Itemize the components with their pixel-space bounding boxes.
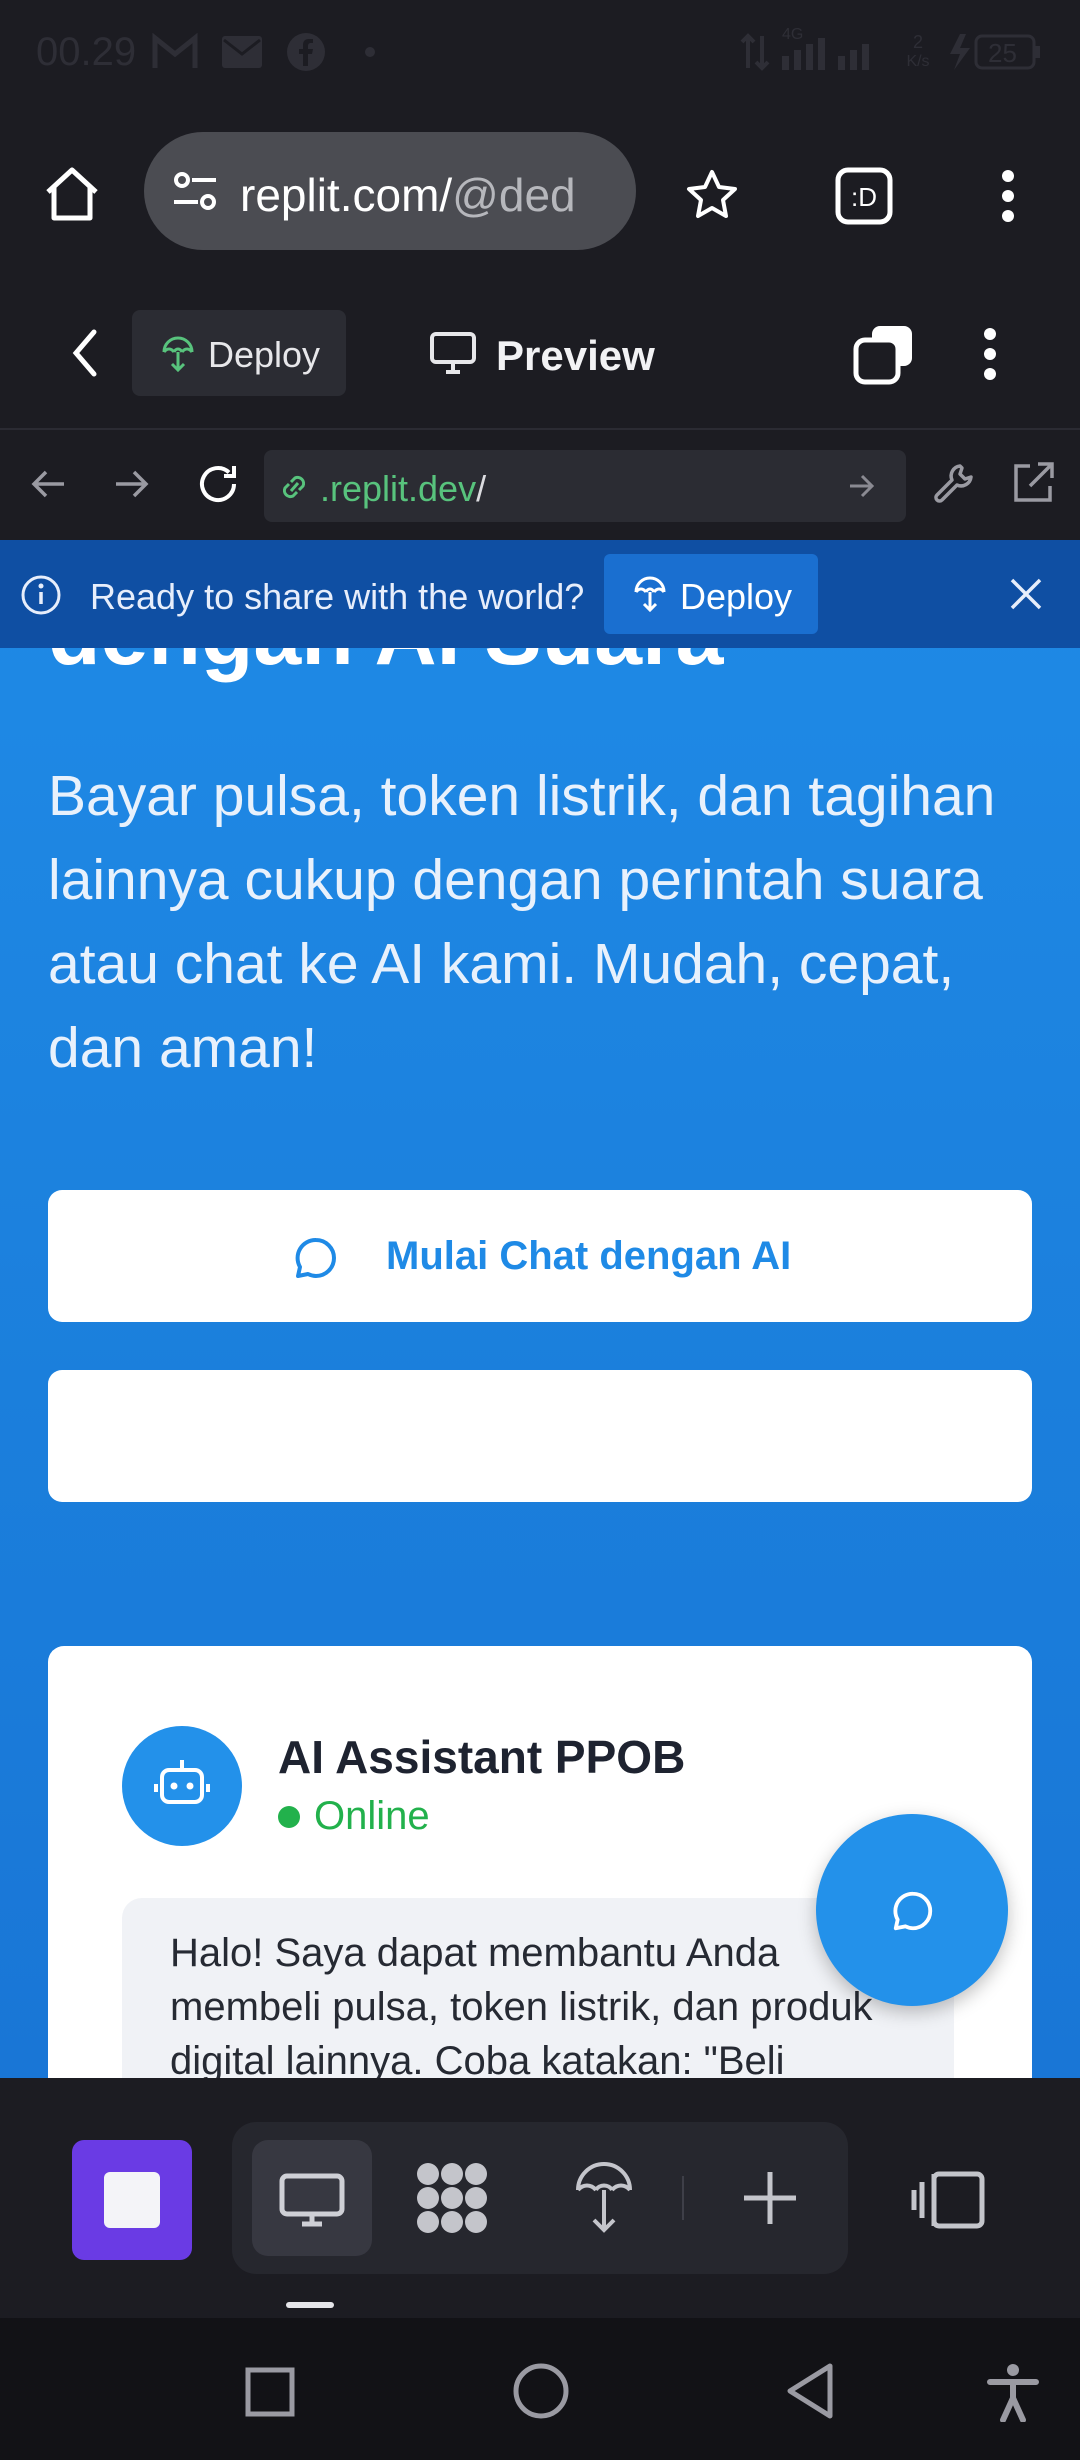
net-speed-value: 2 — [912, 32, 923, 52]
forward-arrow-icon[interactable] — [112, 464, 152, 504]
reload-icon[interactable] — [194, 460, 242, 508]
active-tab-indicator — [286, 2302, 334, 2308]
wrench-icon[interactable] — [932, 460, 978, 506]
open-external-icon[interactable] — [1010, 460, 1056, 506]
preview-tab[interactable]: Preview — [496, 332, 655, 380]
preview-url-slash: / — [476, 468, 487, 509]
replit-header: Deploy Preview — [0, 280, 1080, 430]
tab-preview[interactable] — [252, 2140, 372, 2256]
tab-switcher-icon[interactable]: :D — [834, 166, 894, 226]
start-chat-label: Mulai Chat dengan AI — [386, 1234, 792, 1278]
facebook-icon — [286, 32, 326, 72]
back-arrow-icon[interactable] — [28, 464, 68, 504]
status-bar: 00.29 4G 2 K/s 25 — [0, 0, 1080, 108]
back-triangle-icon[interactable] — [784, 2362, 836, 2420]
url-bar[interactable]: replit.com/@ded — [144, 132, 636, 250]
stop-button[interactable] — [72, 2140, 192, 2260]
robot-avatar — [122, 1726, 242, 1846]
start-chat-button[interactable]: Mulai Chat dengan AI — [48, 1190, 1032, 1322]
add-tab-icon[interactable] — [740, 2168, 800, 2228]
deploy-icon — [160, 336, 196, 372]
link-icon — [276, 470, 312, 504]
chat-bubble-icon — [890, 1888, 936, 1934]
secondary-button[interactable] — [48, 1370, 1032, 1502]
net-speed-unit: K/s — [906, 53, 930, 70]
accessibility-icon[interactable] — [986, 2362, 1040, 2422]
hero-subtitle: Bayar pulsa, token listrik, dan tagihan … — [48, 764, 996, 1080]
home-circle-icon[interactable] — [512, 2362, 570, 2420]
system-navigation — [0, 2318, 1080, 2460]
replit-bottom-bar — [0, 2078, 1080, 2318]
mail-icon — [220, 32, 264, 72]
preview-address-row: .replit.dev/ — [0, 430, 1080, 540]
banner-message: Ready to share with the world? — [90, 576, 585, 617]
svg-text::D: :D — [851, 182, 877, 212]
browser-toolbar: replit.com/@ded :D — [0, 108, 1080, 280]
battery-icon: 25 — [942, 30, 1042, 74]
battery-level: 25 — [988, 38, 1017, 68]
site-settings-icon[interactable] — [170, 166, 220, 216]
chat-fab[interactable] — [816, 1814, 1008, 2006]
assistant-message-text: Halo! Saya dapat membantu Anda membeli p… — [170, 1931, 873, 2078]
net-speed: 2 K/s — [900, 32, 936, 71]
status-time: 00.29 — [36, 30, 137, 74]
dot-icon — [364, 46, 376, 58]
bookmark-star-icon[interactable] — [684, 168, 740, 224]
more-vert-icon[interactable] — [998, 166, 1018, 226]
windows-icon[interactable] — [852, 322, 916, 386]
home-icon[interactable] — [42, 164, 102, 224]
tab-deploy[interactable] — [572, 2162, 636, 2234]
url-host: replit.com/ — [240, 169, 453, 221]
stop-icon — [104, 2172, 160, 2228]
go-arrow-icon[interactable] — [846, 470, 878, 502]
network-type: 4G — [782, 26, 804, 43]
gmail-icon — [152, 32, 198, 72]
back-chevron-icon[interactable] — [68, 328, 102, 378]
preview-url: .replit.dev/ — [320, 468, 486, 510]
banner-deploy-button[interactable]: Deploy — [604, 554, 818, 634]
deploy-banner: Ready to share with the world? Deploy — [0, 540, 1080, 648]
signal-4g-icon: 4G — [778, 26, 878, 72]
deploy-label: Deploy — [208, 334, 321, 375]
preview-url-field[interactable]: .replit.dev/ — [264, 450, 906, 522]
deploy-button[interactable]: Deploy — [132, 310, 346, 396]
web-preview: dengan AI Suara Ready to share with the … — [0, 540, 1080, 2078]
monitor-icon — [278, 2172, 346, 2228]
status-text: Online — [314, 1794, 430, 1838]
url-path: @ded — [452, 169, 576, 221]
chat-bubble-icon — [292, 1234, 340, 1282]
panel-toggle-icon[interactable] — [910, 2170, 986, 2230]
tab-divider — [682, 2176, 684, 2220]
deploy-icon — [632, 576, 668, 612]
url-text: replit.com/@ded — [240, 168, 576, 222]
preview-url-domain: .replit.dev — [320, 468, 477, 509]
data-arrows-icon — [740, 32, 770, 72]
online-dot — [278, 1806, 300, 1828]
workspace-tabs — [232, 2122, 848, 2274]
assistant-title: AI Assistant PPOB — [278, 1731, 686, 1783]
banner-deploy-label: Deploy — [680, 576, 793, 617]
info-icon — [20, 574, 62, 616]
close-icon[interactable] — [1008, 576, 1044, 612]
monitor-icon — [428, 330, 478, 376]
tab-workspace[interactable] — [414, 2160, 490, 2236]
recents-icon[interactable] — [244, 2366, 296, 2418]
more-vert-icon[interactable] — [980, 324, 1000, 384]
